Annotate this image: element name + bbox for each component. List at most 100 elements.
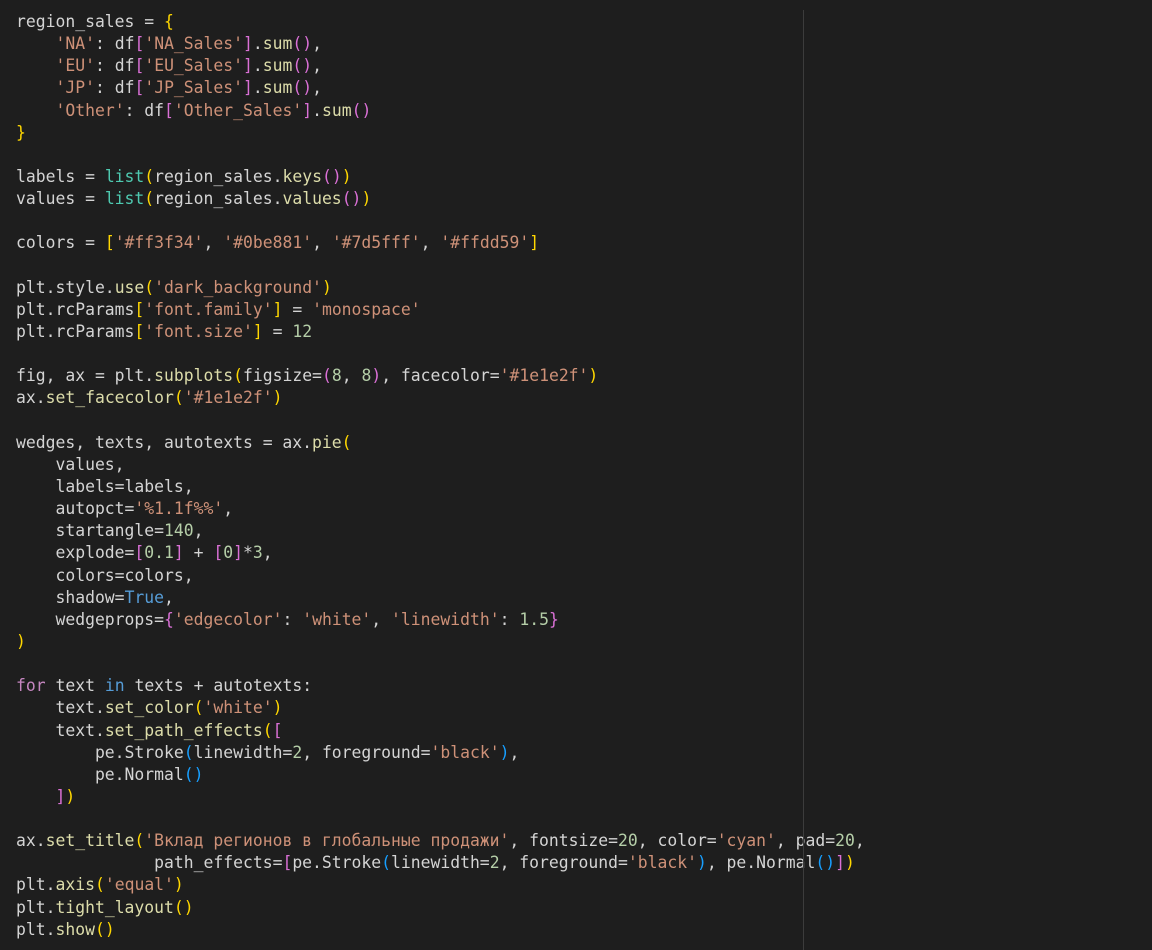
code-token: [ [164,100,174,120]
code-token: () [351,100,372,120]
code-token: , color= [637,831,717,851]
code-line[interactable]: values, [16,454,865,476]
code-line[interactable]: plt.style.use('dark_background') [16,277,865,299]
code-line[interactable]: shadow=True, [16,587,865,609]
code-line[interactable]: plt.rcParams['font.size'] = 12 [16,321,865,343]
code-token: ] [173,543,184,563]
code-token: text [45,676,105,696]
code-token: 'black' [430,742,500,762]
code-line[interactable]: ax.set_facecolor('#1e1e2f') [16,387,865,409]
code-line[interactable]: 'Other': df['Other_Sales'].sum() [16,100,865,122]
code-line[interactable]: wedges, texts, autotexts = ax.pie( [16,432,865,454]
code-token: ] [302,100,313,120]
code-token: , [223,499,234,519]
code-token: pe.Normal [16,764,184,784]
code-token: . [312,100,322,120]
code-line[interactable]: plt.tight_layout() [16,897,865,919]
code-token: set_color [104,698,194,718]
code-token: 3 [252,543,263,563]
code-token: () [321,166,342,186]
code-token: ] [835,853,845,873]
code-token: [ [134,299,145,319]
code-token: } [548,609,559,629]
code-token: True [124,587,165,607]
code-line[interactable]: 'NA': df['NA_Sales'].sum(), [16,33,865,55]
code-line[interactable]: } [16,122,865,144]
code-token: ] [243,78,253,98]
code-line[interactable]: colors=colors, [16,565,865,587]
code-line[interactable]: plt.rcParams['font.family'] = 'monospace… [16,299,865,321]
code-line[interactable]: plt.axis('equal') [16,874,865,896]
code-token: 'dark_background' [154,277,322,297]
code-line[interactable]: startangle=140, [16,520,865,542]
code-token: list [104,166,145,186]
code-token: , foreground= [302,742,431,762]
code-token: labels = [16,166,105,186]
code-line[interactable]: region_sales = { [16,11,865,33]
code-line[interactable]: fig, ax = plt.subplots(figsize=(8, 8), f… [16,365,865,387]
code-token: [ [104,233,115,253]
code-line[interactable]: path_effects=[pe.Stroke(linewidth=2, for… [16,852,865,874]
code-token: '#0be881' [223,233,313,253]
code-line[interactable] [16,144,865,166]
code-line[interactable]: 'JP': df['JP_Sales'].sum(), [16,77,865,99]
code-line[interactable]: ) [16,631,865,653]
code-token: , facecolor= [381,366,500,386]
code-line[interactable]: pe.Stroke(linewidth=2, foreground='black… [16,742,865,764]
code-token: show [55,919,95,939]
code-token: () [341,189,362,209]
code-token: [ [134,543,145,563]
code-line[interactable]: ax.set_title('Вклад регионов в глобальны… [16,830,865,852]
code-token: ] [272,299,283,319]
code-token: 1.5 [519,609,549,629]
code-token: : df [94,34,135,54]
code-token: use [114,277,145,297]
code-token: [ [134,34,145,54]
code-token: [ [134,78,145,98]
code-token: ] [529,233,540,253]
code-token: 2 [292,742,303,762]
code-token: 'linewidth' [391,609,500,629]
code-line[interactable]: explode=[0.1] + [0]*3, [16,542,865,564]
code-line[interactable]: autopct='%1.1f%%', [16,498,865,520]
code-line[interactable] [16,808,865,830]
code-line[interactable]: colors = ['#ff3f34', '#0be881', '#7d5fff… [16,232,865,254]
code-token: , [854,831,865,851]
code-token: [ [134,56,145,76]
code-line[interactable] [16,410,865,432]
code-line[interactable]: text.set_path_effects([ [16,720,865,742]
code-token: : df [94,78,135,98]
code-token: () [292,56,313,76]
code-token: ) [173,875,184,895]
code-token: plt. [16,919,56,939]
code-token: , [262,543,273,563]
code-line[interactable]: labels=labels, [16,476,865,498]
code-token: values [282,189,342,209]
code-line[interactable]: plt.show() [16,919,865,941]
code-line[interactable] [16,653,865,675]
code-line[interactable]: pe.Normal() [16,764,865,786]
code-line[interactable]: for text in texts + autotexts: [16,675,865,697]
code-line[interactable]: wedgeprops={'edgecolor': 'white', 'linew… [16,609,865,631]
code-token: ] [233,543,244,563]
code-token: tight_layout [55,897,174,917]
code-token: () [292,78,313,98]
code-token: ax. [16,388,46,408]
code-token: ] [252,321,263,341]
code-token: , [193,521,204,541]
code-token: : df [94,56,135,76]
code-line[interactable] [16,343,865,365]
vertical-ruler-guide [803,10,804,950]
code-token: ) [499,742,510,762]
code-line[interactable]: values = list(region_sales.values()) [16,188,865,210]
code-line[interactable]: text.set_color('white') [16,697,865,719]
code-line[interactable]: ]) [16,786,865,808]
code-line[interactable] [16,255,865,277]
code-line[interactable]: labels = list(region_sales.keys()) [16,166,865,188]
code-token: values, [16,454,125,474]
code-line[interactable]: 'EU': df['EU_Sales'].sum(), [16,55,865,77]
code-line[interactable] [16,210,865,232]
code-editor[interactable]: region_sales = { 'NA': df['NA_Sales'].su… [16,11,865,941]
code-token: 8 [361,366,372,386]
